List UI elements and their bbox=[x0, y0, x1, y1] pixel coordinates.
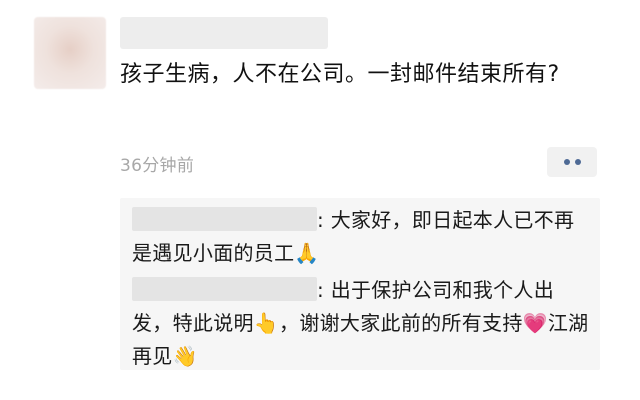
comment-item[interactable]: : 大家好，即日起本人已不再是遇见小面的员工🙏 bbox=[132, 204, 590, 270]
more-dots-icon bbox=[574, 159, 581, 165]
waving-hand-icon: 👋 bbox=[172, 344, 198, 368]
post-timestamp: 36分钟前 bbox=[120, 156, 195, 176]
heart-icon: 💗 bbox=[522, 311, 548, 335]
praying-hands-icon: 🙏 bbox=[294, 241, 320, 265]
commenter-name-redacted[interactable] bbox=[132, 277, 317, 301]
user-avatar[interactable] bbox=[34, 17, 106, 89]
comment-item[interactable]: : 出于保护公司和我个人出发，特此说明👆，谢谢大家此前的所有支持💗江湖再见👋 bbox=[132, 274, 590, 373]
commenter-name-redacted[interactable] bbox=[132, 207, 317, 231]
more-dots-icon bbox=[563, 159, 570, 165]
comments-panel: : 大家好，即日起本人已不再是遇见小面的员工🙏 : 出于保护公司和我个人出发，特… bbox=[120, 198, 600, 370]
user-name-redacted[interactable] bbox=[120, 17, 328, 49]
post-text: 孩子生病，人不在公司。一封邮件结束所有? bbox=[120, 62, 560, 87]
pointing-up-icon: 👆 bbox=[253, 311, 280, 335]
comment-text: ，谢谢大家此前的所有支持 bbox=[279, 311, 523, 335]
more-actions-button[interactable] bbox=[547, 147, 597, 177]
